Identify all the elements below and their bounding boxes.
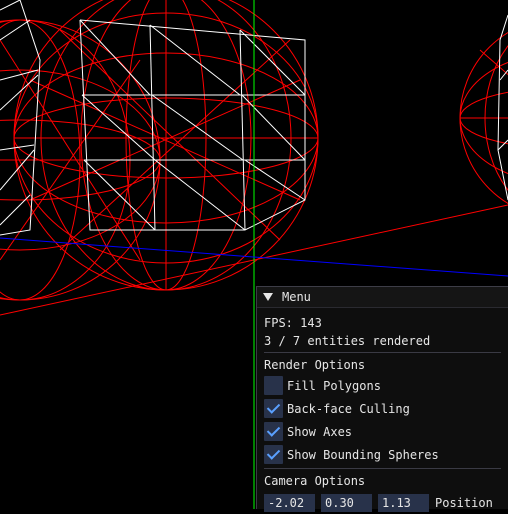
- show-axes-checkbox-row[interactable]: Show Axes: [264, 420, 501, 443]
- bounding-sphere-right: [459, 32, 508, 204]
- collapse-triangle-icon[interactable]: [263, 293, 273, 301]
- back-face-culling-checkbox-row[interactable]: Back-face Culling: [264, 397, 501, 420]
- menu-title: Menu: [282, 290, 311, 304]
- camera-options-header: Camera Options: [264, 474, 366, 488]
- show-axes-checkbox[interactable]: [264, 422, 283, 441]
- show-bounding-spheres-checkbox-row[interactable]: Show Bounding Spheres: [264, 443, 501, 466]
- bounding-sphere-center: [13, 0, 319, 291]
- entities-text: 3 / 7 entities rendered: [264, 334, 431, 348]
- render-options-header: Render Options: [264, 358, 366, 372]
- fill-polygons-checkbox-row[interactable]: Fill Polygons: [264, 374, 501, 397]
- fps-text: FPS: 143: [264, 316, 322, 330]
- back-face-culling-checkbox[interactable]: [264, 399, 283, 418]
- menu-titlebar[interactable]: Menu: [257, 287, 508, 308]
- show-axes-label: Show Axes: [287, 424, 353, 439]
- separator: [264, 352, 501, 353]
- back-face-culling-label: Back-face Culling: [287, 401, 410, 416]
- menu-window: Menu FPS: 143 3 / 7 entities rendered Re…: [256, 286, 508, 512]
- wireframe-mesh-right: [497, 14, 508, 201]
- separator: [264, 468, 501, 469]
- fill-polygons-label: Fill Polygons: [287, 378, 381, 393]
- camera-position-row: -2.02 0.30 1.13 Position: [264, 492, 501, 514]
- camera-position-z-input[interactable]: 1.13: [378, 494, 429, 512]
- wireframe-mesh-center: [79, 19, 306, 231]
- camera-position-label: Position: [435, 496, 493, 510]
- show-bounding-spheres-label: Show Bounding Spheres: [287, 447, 439, 462]
- fill-polygons-checkbox[interactable]: [264, 376, 283, 395]
- camera-position-x-input[interactable]: -2.02: [264, 494, 315, 512]
- camera-position-y-input[interactable]: 0.30: [321, 494, 372, 512]
- show-bounding-spheres-checkbox[interactable]: [264, 445, 283, 464]
